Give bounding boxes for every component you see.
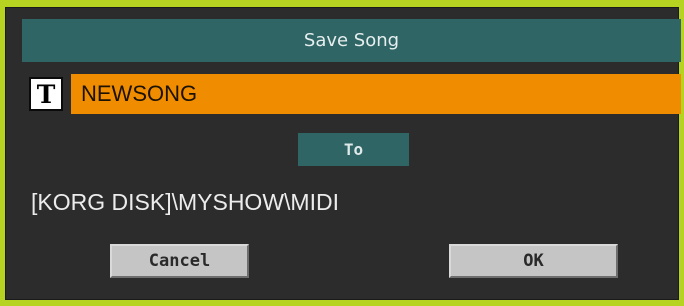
destination-path: [KORG DISK]\MYSHOW\MIDI — [31, 189, 339, 215]
dialog-title: Save Song — [22, 19, 681, 62]
dialog-body: Save Song T NEWSONG To [KORG DISK]\MYSHO… — [5, 7, 681, 300]
cancel-button[interactable]: Cancel — [110, 244, 249, 278]
song-name-field[interactable]: NEWSONG — [71, 74, 681, 114]
to-button[interactable]: To — [298, 133, 409, 166]
ok-button[interactable]: OK — [449, 244, 618, 278]
save-song-dialog: Save Song T NEWSONG To [KORG DISK]\MYSHO… — [0, 0, 684, 306]
text-edit-icon[interactable]: T — [29, 77, 63, 111]
song-name-row: T NEWSONG — [29, 74, 681, 114]
